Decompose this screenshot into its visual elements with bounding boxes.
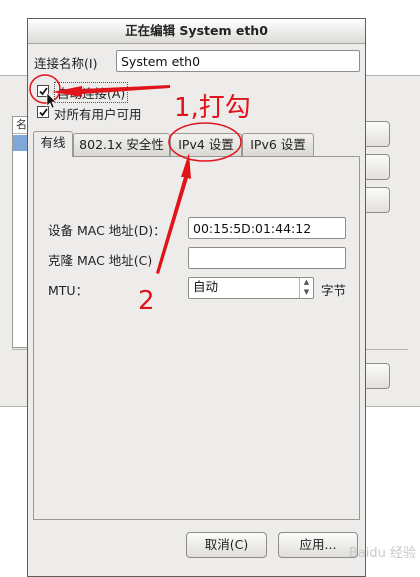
auto-connect-label[interactable]: 自动连接(A) xyxy=(54,82,129,103)
tab-8021x-security[interactable]: 802.1x 安全性 xyxy=(73,133,170,157)
checkmark-icon xyxy=(39,87,48,96)
step1-annotation: 1,打勾 xyxy=(174,93,251,123)
mtu-spinner[interactable]: 自动 ▲ ▼ xyxy=(188,277,314,299)
clone-mac-label: 克隆 MAC 地址(C) xyxy=(48,253,153,268)
mac-address-label: 设备 MAC 地址(D)： xyxy=(48,223,166,238)
all-users-label[interactable]: 对所有用户可用 xyxy=(54,104,142,123)
tab-ipv6-settings[interactable]: IPv6 设置 xyxy=(242,133,314,157)
all-users-checkbox[interactable] xyxy=(37,106,49,118)
mtu-label: MTU： xyxy=(48,283,89,298)
tab-wired[interactable]: 有线 xyxy=(33,131,73,157)
wired-tab-panel: 设备 MAC 地址(D)： 克隆 MAC 地址(C) MTU： 自动 ▲ ▼ 字… xyxy=(33,156,360,520)
auto-connect-checkbox[interactable] xyxy=(37,85,49,97)
watermark: Baidu 经验 xyxy=(348,546,416,561)
mtu-spin-buttons[interactable]: ▲ ▼ xyxy=(299,278,313,298)
cancel-button[interactable]: 取消(C) xyxy=(186,532,267,558)
tab-ipv4-settings[interactable]: IPv4 设置 xyxy=(170,133,242,157)
clone-mac-input[interactable] xyxy=(188,247,346,269)
step2-annotation: 2 xyxy=(138,286,155,316)
mac-address-input[interactable] xyxy=(188,217,346,239)
connection-name-label: 连接名称(I) xyxy=(34,56,98,71)
dialog-title: 正在编辑 System eth0 xyxy=(28,19,365,44)
connection-name-input[interactable] xyxy=(116,50,360,72)
checkmark-icon xyxy=(39,108,48,117)
mtu-value: 自动 xyxy=(193,279,219,294)
spin-down-icon[interactable]: ▼ xyxy=(300,288,313,298)
mtu-unit-label: 字节 xyxy=(321,283,347,298)
spin-up-icon[interactable]: ▲ xyxy=(300,278,313,288)
apply-button[interactable]: 应用... xyxy=(278,532,358,558)
